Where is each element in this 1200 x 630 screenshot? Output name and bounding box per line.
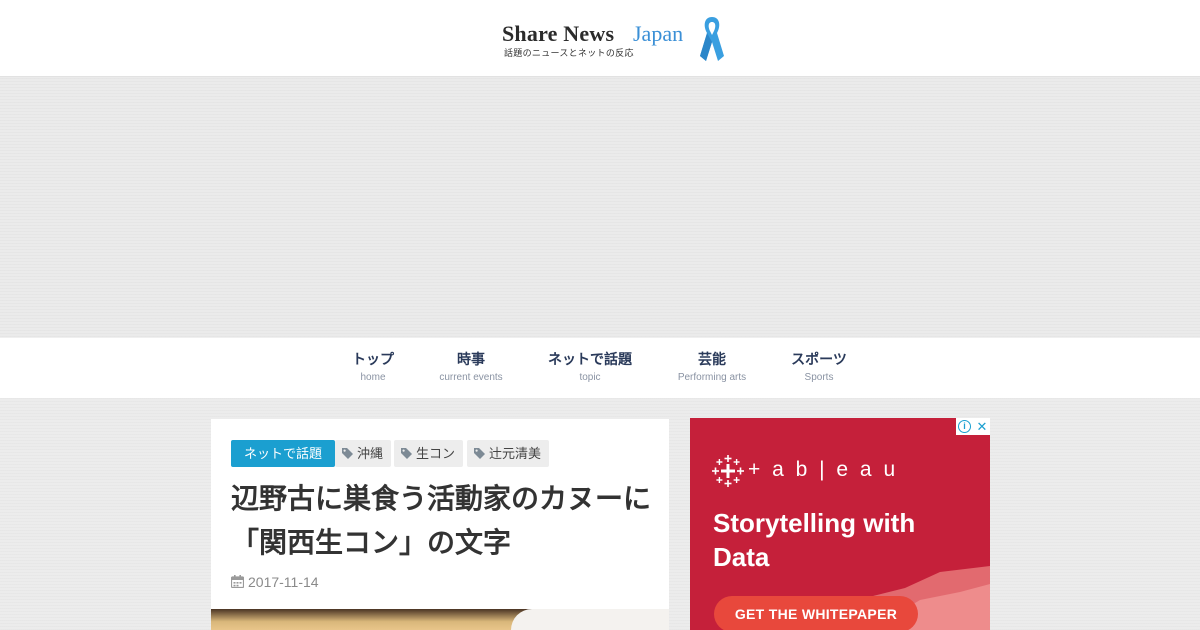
site-header: Share News Japan 話題のニュースとネットの反応 [0, 0, 1200, 77]
article-title[interactable]: 辺野古に巣食う活動家のカヌーに「関西生コン」の文字 [231, 477, 656, 565]
site-logo[interactable]: Share News Japan 話題のニュースとネットの反応 [502, 14, 727, 64]
nav-item-topic[interactable]: ネットで話題 topic [544, 350, 636, 386]
category-badge[interactable]: ネットで話題 [231, 440, 336, 467]
nav-item-sports[interactable]: スポーツ Sports [786, 350, 852, 386]
logo-japan-text: Japan [633, 21, 684, 46]
nav-item-current-events[interactable]: 時事 current events [430, 350, 512, 386]
calendar-icon [231, 575, 244, 589]
thumbnail-plate [511, 609, 669, 630]
tag-label: 生コン [416, 446, 456, 461]
logo-share-text: Share News [502, 21, 615, 46]
ad-brand: + a b | e a u [748, 458, 899, 481]
tag-icon [474, 448, 485, 460]
ad-choices: i ✕ [956, 418, 990, 435]
nav-label: ネットで話題 [548, 351, 632, 367]
tag-okinawa[interactable]: 沖縄 [335, 440, 392, 467]
nav-label: 芸能 [698, 351, 726, 367]
nav-sublabel: Performing arts [677, 372, 747, 383]
nav-label: トップ [352, 351, 394, 367]
tag-icon [342, 448, 353, 460]
article-card: ネットで話題 沖縄 生コン 辻元清美 辺野古に巣食う活動家のカヌーに「関西生コン… [211, 419, 669, 630]
date-text: 2017-11-14 [248, 574, 319, 590]
nav-sublabel: home [360, 372, 386, 383]
tag-label: 沖縄 [357, 446, 384, 461]
main-nav: トップ home 時事 current events ネットで話題 topic … [0, 338, 1200, 398]
nav-sublabel: topic [579, 372, 601, 383]
sidebar-ad[interactable]: i ✕ + a b | e a u Storytelling with Data… [690, 418, 990, 630]
nav-item-performing-arts[interactable]: 芸能 Performing arts [668, 350, 756, 386]
nav-label: スポーツ [791, 351, 847, 367]
nav-item-top[interactable]: トップ home [346, 350, 400, 386]
article-thumbnail[interactable] [211, 609, 669, 630]
ad-close-icon[interactable]: ✕ [974, 418, 990, 435]
tag-icon [401, 448, 412, 460]
article-date: 2017-11-14 [231, 572, 319, 592]
tag-label: 辻元清美 [489, 446, 542, 461]
logo-subtitle: 話題のニュースとネットの反応 [504, 48, 634, 58]
ad-info-icon[interactable]: i [958, 420, 971, 433]
top-ad-placeholder [0, 77, 1200, 337]
tag-tsujimoto[interactable]: 辻元清美 [467, 440, 550, 467]
ad-cta-button[interactable]: GET THE WHITEPAPER [714, 596, 918, 630]
tableau-logo-icon [712, 455, 744, 487]
nav-sublabel: Sports [804, 372, 834, 383]
tag-namacon[interactable]: 生コン [394, 440, 464, 467]
nav-label: 時事 [457, 351, 485, 367]
awareness-ribbon-icon [700, 17, 724, 61]
nav-sublabel: current events [439, 372, 503, 383]
